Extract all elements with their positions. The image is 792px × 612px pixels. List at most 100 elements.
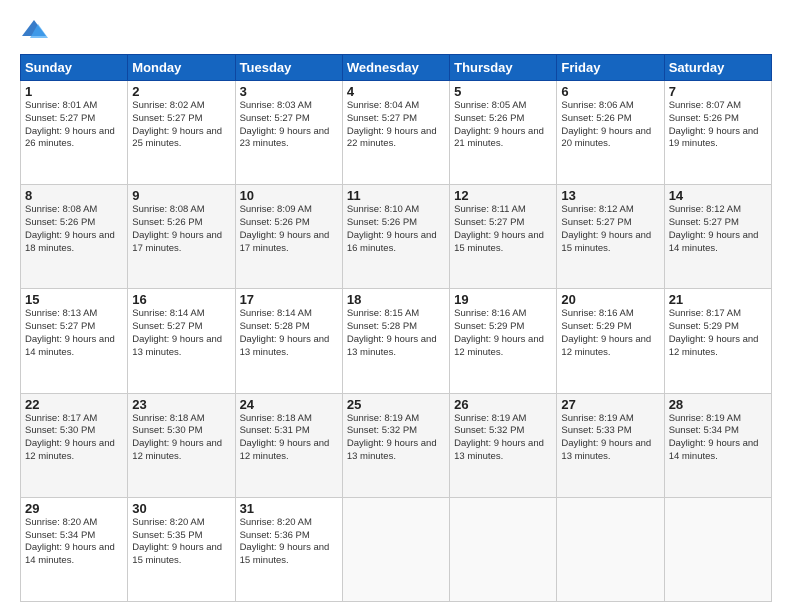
- day-cell: 29Sunrise: 8:20 AMSunset: 5:34 PMDayligh…: [21, 497, 128, 601]
- day-info: Sunrise: 8:18 AMSunset: 5:30 PMDaylight:…: [132, 413, 222, 462]
- day-number: 11: [347, 188, 445, 203]
- day-cell: 30Sunrise: 8:20 AMSunset: 5:35 PMDayligh…: [128, 497, 235, 601]
- day-number: 2: [132, 84, 230, 99]
- day-info: Sunrise: 8:11 AMSunset: 5:27 PMDaylight:…: [454, 204, 544, 253]
- day-info: Sunrise: 8:17 AMSunset: 5:30 PMDaylight:…: [25, 413, 115, 462]
- day-cell: 2Sunrise: 8:02 AMSunset: 5:27 PMDaylight…: [128, 81, 235, 185]
- header-row: SundayMondayTuesdayWednesdayThursdayFrid…: [21, 55, 772, 81]
- day-number: 14: [669, 188, 767, 203]
- col-header-saturday: Saturday: [664, 55, 771, 81]
- day-info: Sunrise: 8:09 AMSunset: 5:26 PMDaylight:…: [240, 204, 330, 253]
- day-cell: 14Sunrise: 8:12 AMSunset: 5:27 PMDayligh…: [664, 185, 771, 289]
- day-cell: 25Sunrise: 8:19 AMSunset: 5:32 PMDayligh…: [342, 393, 449, 497]
- day-number: 23: [132, 397, 230, 412]
- logo: [20, 16, 52, 44]
- day-cell: 31Sunrise: 8:20 AMSunset: 5:36 PMDayligh…: [235, 497, 342, 601]
- day-cell: 11Sunrise: 8:10 AMSunset: 5:26 PMDayligh…: [342, 185, 449, 289]
- day-info: Sunrise: 8:08 AMSunset: 5:26 PMDaylight:…: [132, 204, 222, 253]
- day-cell: [557, 497, 664, 601]
- day-info: Sunrise: 8:03 AMSunset: 5:27 PMDaylight:…: [240, 100, 330, 149]
- day-info: Sunrise: 8:19 AMSunset: 5:32 PMDaylight:…: [347, 413, 437, 462]
- day-number: 1: [25, 84, 123, 99]
- day-info: Sunrise: 8:04 AMSunset: 5:27 PMDaylight:…: [347, 100, 437, 149]
- day-number: 19: [454, 292, 552, 307]
- day-cell: 17Sunrise: 8:14 AMSunset: 5:28 PMDayligh…: [235, 289, 342, 393]
- day-cell: 8Sunrise: 8:08 AMSunset: 5:26 PMDaylight…: [21, 185, 128, 289]
- day-number: 12: [454, 188, 552, 203]
- day-cell: 23Sunrise: 8:18 AMSunset: 5:30 PMDayligh…: [128, 393, 235, 497]
- day-cell: 19Sunrise: 8:16 AMSunset: 5:29 PMDayligh…: [450, 289, 557, 393]
- day-cell: 4Sunrise: 8:04 AMSunset: 5:27 PMDaylight…: [342, 81, 449, 185]
- day-cell: 20Sunrise: 8:16 AMSunset: 5:29 PMDayligh…: [557, 289, 664, 393]
- day-number: 10: [240, 188, 338, 203]
- day-info: Sunrise: 8:10 AMSunset: 5:26 PMDaylight:…: [347, 204, 437, 253]
- day-number: 9: [132, 188, 230, 203]
- day-cell: 10Sunrise: 8:09 AMSunset: 5:26 PMDayligh…: [235, 185, 342, 289]
- week-row-1: 1Sunrise: 8:01 AMSunset: 5:27 PMDaylight…: [21, 81, 772, 185]
- day-info: Sunrise: 8:12 AMSunset: 5:27 PMDaylight:…: [669, 204, 759, 253]
- day-number: 5: [454, 84, 552, 99]
- day-info: Sunrise: 8:06 AMSunset: 5:26 PMDaylight:…: [561, 100, 651, 149]
- col-header-sunday: Sunday: [21, 55, 128, 81]
- day-info: Sunrise: 8:19 AMSunset: 5:33 PMDaylight:…: [561, 413, 651, 462]
- day-cell: 9Sunrise: 8:08 AMSunset: 5:26 PMDaylight…: [128, 185, 235, 289]
- day-cell: 16Sunrise: 8:14 AMSunset: 5:27 PMDayligh…: [128, 289, 235, 393]
- day-cell: 6Sunrise: 8:06 AMSunset: 5:26 PMDaylight…: [557, 81, 664, 185]
- day-number: 22: [25, 397, 123, 412]
- day-cell: 7Sunrise: 8:07 AMSunset: 5:26 PMDaylight…: [664, 81, 771, 185]
- week-row-5: 29Sunrise: 8:20 AMSunset: 5:34 PMDayligh…: [21, 497, 772, 601]
- day-cell: 15Sunrise: 8:13 AMSunset: 5:27 PMDayligh…: [21, 289, 128, 393]
- day-info: Sunrise: 8:07 AMSunset: 5:26 PMDaylight:…: [669, 100, 759, 149]
- day-number: 7: [669, 84, 767, 99]
- day-info: Sunrise: 8:01 AMSunset: 5:27 PMDaylight:…: [25, 100, 115, 149]
- day-info: Sunrise: 8:14 AMSunset: 5:27 PMDaylight:…: [132, 308, 222, 357]
- day-cell: 28Sunrise: 8:19 AMSunset: 5:34 PMDayligh…: [664, 393, 771, 497]
- day-number: 13: [561, 188, 659, 203]
- day-number: 18: [347, 292, 445, 307]
- day-cell: 27Sunrise: 8:19 AMSunset: 5:33 PMDayligh…: [557, 393, 664, 497]
- day-number: 6: [561, 84, 659, 99]
- day-info: Sunrise: 8:08 AMSunset: 5:26 PMDaylight:…: [25, 204, 115, 253]
- day-number: 31: [240, 501, 338, 516]
- day-cell: 12Sunrise: 8:11 AMSunset: 5:27 PMDayligh…: [450, 185, 557, 289]
- week-row-4: 22Sunrise: 8:17 AMSunset: 5:30 PMDayligh…: [21, 393, 772, 497]
- day-cell: 5Sunrise: 8:05 AMSunset: 5:26 PMDaylight…: [450, 81, 557, 185]
- day-number: 25: [347, 397, 445, 412]
- day-info: Sunrise: 8:18 AMSunset: 5:31 PMDaylight:…: [240, 413, 330, 462]
- day-cell: 24Sunrise: 8:18 AMSunset: 5:31 PMDayligh…: [235, 393, 342, 497]
- col-header-tuesday: Tuesday: [235, 55, 342, 81]
- day-number: 29: [25, 501, 123, 516]
- day-info: Sunrise: 8:19 AMSunset: 5:34 PMDaylight:…: [669, 413, 759, 462]
- day-cell: [450, 497, 557, 601]
- col-header-thursday: Thursday: [450, 55, 557, 81]
- day-info: Sunrise: 8:20 AMSunset: 5:34 PMDaylight:…: [25, 517, 115, 566]
- day-cell: 13Sunrise: 8:12 AMSunset: 5:27 PMDayligh…: [557, 185, 664, 289]
- day-info: Sunrise: 8:15 AMSunset: 5:28 PMDaylight:…: [347, 308, 437, 357]
- day-number: 15: [25, 292, 123, 307]
- day-info: Sunrise: 8:16 AMSunset: 5:29 PMDaylight:…: [561, 308, 651, 357]
- day-cell: 1Sunrise: 8:01 AMSunset: 5:27 PMDaylight…: [21, 81, 128, 185]
- day-cell: [664, 497, 771, 601]
- day-number: 16: [132, 292, 230, 307]
- week-row-3: 15Sunrise: 8:13 AMSunset: 5:27 PMDayligh…: [21, 289, 772, 393]
- col-header-wednesday: Wednesday: [342, 55, 449, 81]
- day-number: 26: [454, 397, 552, 412]
- day-info: Sunrise: 8:17 AMSunset: 5:29 PMDaylight:…: [669, 308, 759, 357]
- day-number: 3: [240, 84, 338, 99]
- day-cell: 21Sunrise: 8:17 AMSunset: 5:29 PMDayligh…: [664, 289, 771, 393]
- day-info: Sunrise: 8:05 AMSunset: 5:26 PMDaylight:…: [454, 100, 544, 149]
- page: SundayMondayTuesdayWednesdayThursdayFrid…: [0, 0, 792, 612]
- day-info: Sunrise: 8:13 AMSunset: 5:27 PMDaylight:…: [25, 308, 115, 357]
- day-cell: 22Sunrise: 8:17 AMSunset: 5:30 PMDayligh…: [21, 393, 128, 497]
- day-info: Sunrise: 8:19 AMSunset: 5:32 PMDaylight:…: [454, 413, 544, 462]
- day-number: 17: [240, 292, 338, 307]
- day-number: 8: [25, 188, 123, 203]
- day-info: Sunrise: 8:20 AMSunset: 5:35 PMDaylight:…: [132, 517, 222, 566]
- day-cell: 26Sunrise: 8:19 AMSunset: 5:32 PMDayligh…: [450, 393, 557, 497]
- day-number: 27: [561, 397, 659, 412]
- day-cell: 3Sunrise: 8:03 AMSunset: 5:27 PMDaylight…: [235, 81, 342, 185]
- col-header-friday: Friday: [557, 55, 664, 81]
- day-info: Sunrise: 8:16 AMSunset: 5:29 PMDaylight:…: [454, 308, 544, 357]
- calendar-table: SundayMondayTuesdayWednesdayThursdayFrid…: [20, 54, 772, 602]
- header: [20, 16, 772, 44]
